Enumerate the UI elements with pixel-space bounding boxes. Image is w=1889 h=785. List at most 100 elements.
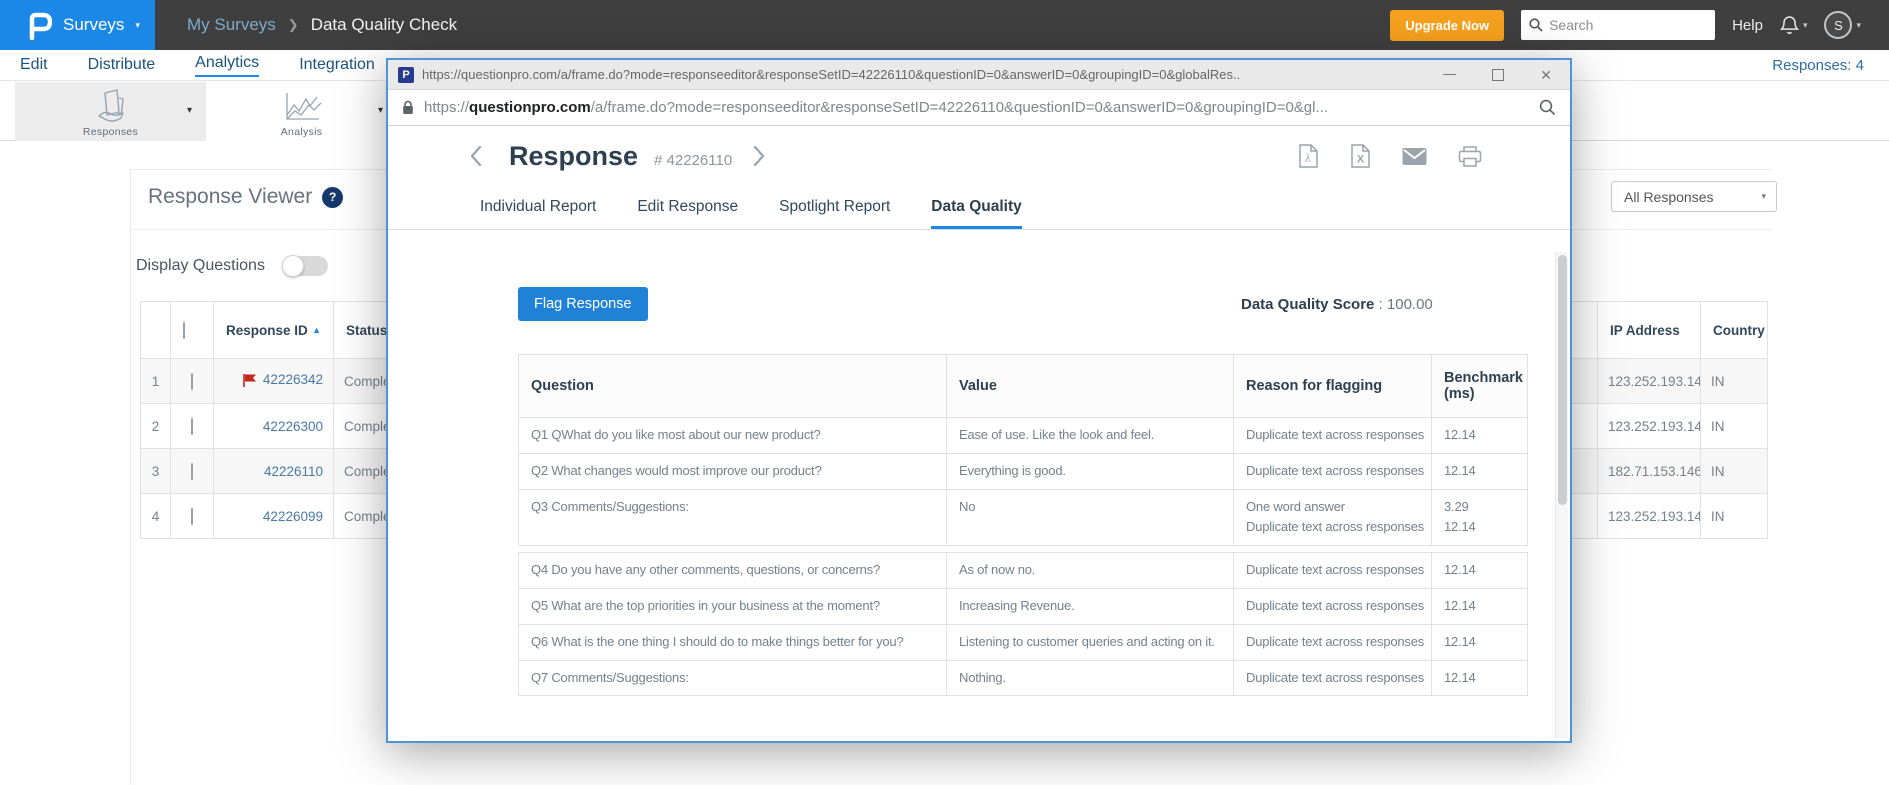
dq-row: Q2 What changes would most improve our p… (518, 454, 1528, 490)
toolbar-tile-analysis[interactable]: ▾ Analysis (206, 82, 398, 141)
chevron-down-icon: ▾ (187, 105, 192, 116)
viewer-header: Response Viewer ? (148, 185, 343, 209)
row-number: 1 (141, 359, 171, 404)
svg-text:λ: λ (1304, 154, 1311, 165)
response-id-link[interactable]: 42226342 (242, 372, 323, 387)
product-switcher[interactable]: Surveys ▾ (0, 0, 155, 50)
dq-value: As of now no. (947, 553, 1234, 589)
tile-label: Analysis (206, 126, 397, 138)
country-cell: IN (1701, 359, 1768, 404)
window-titlebar[interactable]: P https://questionpro.com/a/frame.do?mod… (388, 60, 1570, 90)
avatar: S (1824, 11, 1852, 39)
display-questions-toggle[interactable] (283, 256, 328, 276)
tab-data-quality[interactable]: Data Quality (931, 198, 1021, 229)
dq-header-question: Question (518, 354, 947, 418)
dq-header-reason: Reason for flagging (1234, 354, 1432, 418)
scrollbar-thumb[interactable] (1558, 255, 1567, 505)
country-header: Country Co (1701, 302, 1768, 359)
toggle-knob (282, 255, 304, 277)
dq-row: Q3 Comments/Suggestions: No One word ans… (518, 490, 1528, 547)
toolbar-tile-responses[interactable]: ▾ Responses (15, 82, 206, 141)
close-icon[interactable]: ✕ (1540, 68, 1552, 82)
row-checkbox[interactable] (191, 373, 193, 390)
row-number-header (141, 302, 171, 359)
row-number: 4 (141, 494, 171, 539)
chevron-down-icon: ▾ (1856, 20, 1861, 31)
row-select-cell (171, 494, 214, 539)
export-excel-icon[interactable]: X (1350, 144, 1371, 169)
row-checkbox[interactable] (191, 418, 193, 435)
row-checkbox[interactable] (191, 508, 193, 525)
row-number: 3 (141, 449, 171, 494)
upgrade-now-button[interactable]: Upgrade Now (1390, 10, 1504, 41)
dq-header-value: Value (947, 354, 1234, 418)
lock-icon (402, 100, 414, 115)
response-id-link[interactable]: 42226099 (263, 509, 323, 524)
dq-row: Q5 What are the top priorities in your b… (518, 589, 1528, 625)
dq-benchmark: 12.14 (1432, 625, 1528, 661)
next-response-button[interactable] (753, 145, 765, 167)
response-id-header[interactable]: Response ID▲ (214, 302, 334, 359)
breadcrumb-separator-icon: ❯ (288, 17, 299, 33)
ip-address-header: IP Address (1598, 302, 1701, 359)
dq-question: Q3 Comments/Suggestions: (518, 490, 947, 547)
window-title-url: https://questionpro.com/a/frame.do?mode=… (422, 67, 1423, 82)
response-editor-window: P https://questionpro.com/a/frame.do?mod… (386, 58, 1572, 743)
tab-edit-response[interactable]: Edit Response (637, 198, 738, 229)
breadcrumb-my-surveys[interactable]: My Surveys (187, 15, 276, 35)
nav-item-integration[interactable]: Integration (299, 56, 375, 74)
dq-header-row: Question Value Reason for flagging Bench… (518, 354, 1528, 418)
response-title: Response (509, 141, 638, 172)
minimize-icon[interactable] (1443, 74, 1456, 75)
dq-header-benchmark: Benchmark (ms) (1432, 354, 1528, 418)
help-link[interactable]: Help (1732, 17, 1763, 34)
breadcrumb: My Surveys ❯ Data Quality Check (187, 15, 457, 35)
chevron-down-icon: ▾ (135, 20, 140, 31)
address-bar[interactable]: https://questionpro.com/a/frame.do?mode=… (388, 90, 1570, 126)
dq-question: Q6 What is the one thing I should do to … (518, 625, 947, 661)
all-responses-dropdown[interactable]: All Responses ▾ (1611, 181, 1777, 212)
dq-question: Q7 Comments/Suggestions: (518, 661, 947, 697)
questionpro-favicon-icon: P (398, 67, 414, 83)
responses-document-icon (91, 89, 131, 130)
dq-benchmark: 12.14 (1432, 589, 1528, 625)
response-id-link[interactable]: 42226300 (263, 419, 323, 434)
address-url: https://questionpro.com/a/frame.do?mode=… (424, 99, 1529, 116)
scrollbar-track[interactable] (1555, 252, 1568, 739)
help-circle-icon[interactable]: ? (322, 187, 343, 208)
previous-response-button[interactable] (470, 145, 482, 167)
dq-reason: Duplicate text across responses (1234, 454, 1432, 490)
row-select-cell (171, 404, 214, 449)
email-icon[interactable] (1402, 147, 1427, 165)
nav-item-analytics[interactable]: Analytics (195, 54, 259, 77)
search-input[interactable] (1549, 17, 1699, 33)
dq-reason: Duplicate text across responses (1234, 589, 1432, 625)
maximize-icon[interactable] (1492, 69, 1504, 81)
global-search[interactable] (1521, 10, 1715, 40)
nav-item-distribute[interactable]: Distribute (88, 56, 156, 74)
nav-item-edit[interactable]: Edit (20, 56, 48, 74)
print-icon[interactable] (1458, 145, 1482, 167)
notifications-button[interactable]: ▾ (1780, 15, 1808, 36)
dq-benchmark: 12.14 (1432, 661, 1528, 697)
dq-value: Ease of use. Like the look and feel. (947, 418, 1234, 454)
sort-ascending-icon: ▲ (312, 325, 321, 335)
export-pdf-icon[interactable]: λ (1298, 144, 1319, 169)
flag-response-button[interactable]: Flag Response (518, 287, 648, 321)
dq-benchmark: 12.14 (1432, 553, 1528, 589)
row-checkbox[interactable] (191, 463, 193, 480)
dq-benchmark: 3.2912.14 (1432, 490, 1528, 547)
zoom-page-icon[interactable] (1539, 99, 1556, 116)
dq-reason: Duplicate text across responses (1234, 553, 1432, 589)
response-tabs: Individual Report Edit Response Spotligh… (388, 186, 1570, 230)
tab-individual-report[interactable]: Individual Report (480, 198, 596, 229)
response-id-cell: 42226342 (214, 359, 334, 404)
select-all-checkbox[interactable] (183, 322, 185, 339)
tab-spotlight-report[interactable]: Spotlight Report (779, 198, 890, 229)
bell-icon (1780, 15, 1799, 36)
account-menu[interactable]: S ▾ (1824, 11, 1861, 39)
dq-question: Q4 Do you have any other comments, quest… (518, 553, 947, 589)
chevron-down-icon: ▾ (378, 105, 383, 116)
response-id-link[interactable]: 42226110 (264, 464, 323, 479)
row-select-cell (171, 449, 214, 494)
